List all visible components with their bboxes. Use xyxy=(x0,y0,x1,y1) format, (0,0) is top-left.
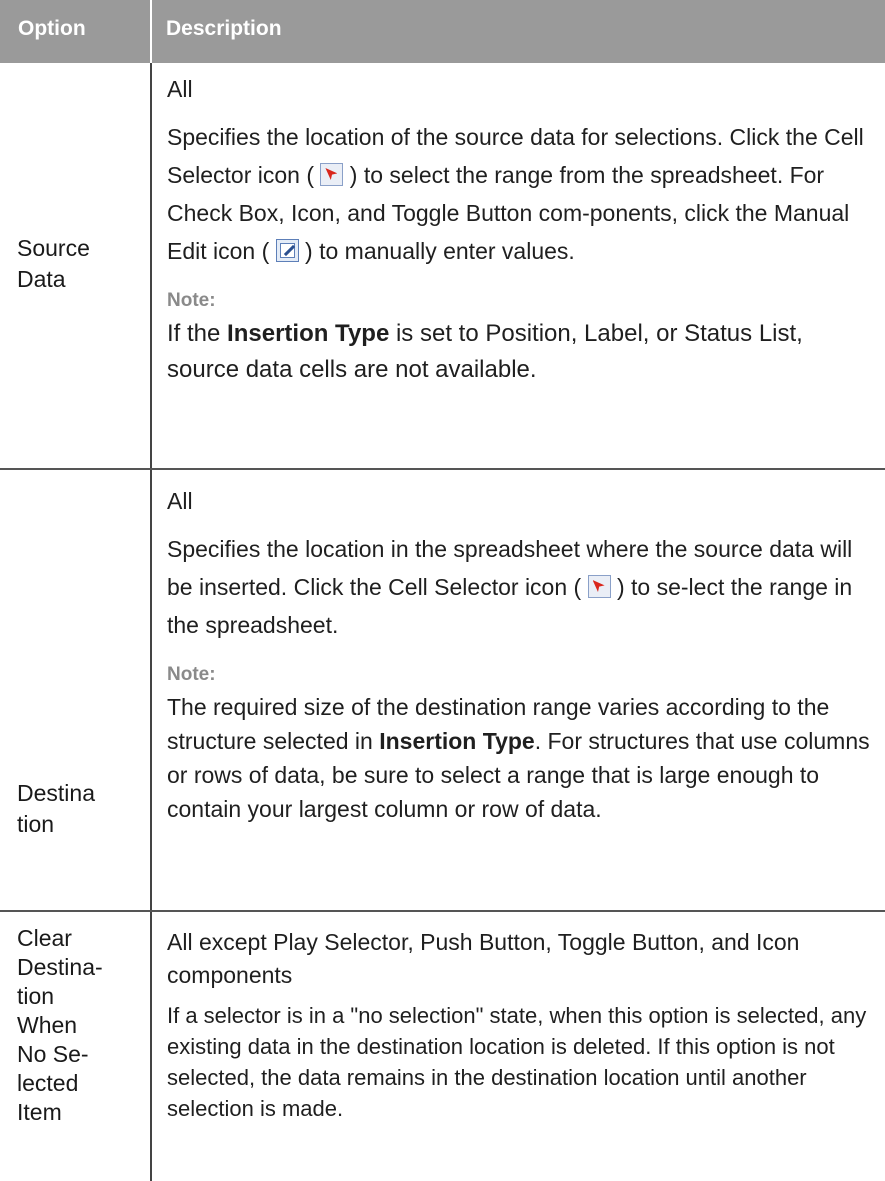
note-label: Note: xyxy=(167,290,216,311)
header-option-label: Option xyxy=(18,17,86,40)
options-table: Option Description Source Data All Speci… xyxy=(0,0,885,1181)
description-source-data: All Specifies the location of the source… xyxy=(167,70,877,388)
manual-edit-icon xyxy=(275,239,299,262)
description-text: If a selector is in a "no selection" sta… xyxy=(167,1003,867,1121)
header-description: Description xyxy=(152,0,885,63)
description-text: Specifies the location of the source dat… xyxy=(167,124,864,264)
note-text: The required size of the destination ran… xyxy=(167,694,870,822)
cell-selector-icon xyxy=(587,575,611,598)
description-clear-destination: All except Play Selector, Push Button, T… xyxy=(167,926,877,1124)
header-description-label: Description xyxy=(166,17,282,40)
description-text: Specifies the location in the spreadshee… xyxy=(167,536,853,638)
applies-to: All except Play Selector, Push Button, T… xyxy=(167,929,800,988)
option-source-data: Source Data xyxy=(17,235,90,292)
note-text: If the Insertion Type is set to Position… xyxy=(167,320,803,383)
column-divider xyxy=(150,63,152,1181)
description-destination: All Specifies the location in the spread… xyxy=(167,482,877,826)
option-clear-destination: Clear Destina- tion When No Se- lected I… xyxy=(17,925,103,1125)
cell-selector-icon xyxy=(320,163,344,186)
applies-to: All xyxy=(167,488,193,514)
row-divider xyxy=(0,910,885,912)
row-divider xyxy=(0,468,885,470)
note-label: Note: xyxy=(167,664,216,685)
header-option: Option xyxy=(0,0,150,63)
applies-to: All xyxy=(167,76,193,102)
option-destination: Destina tion xyxy=(17,780,95,837)
